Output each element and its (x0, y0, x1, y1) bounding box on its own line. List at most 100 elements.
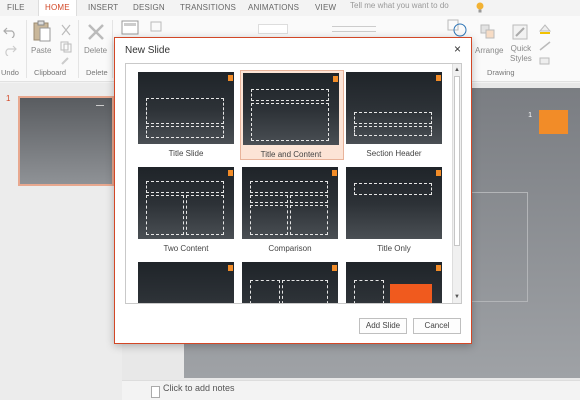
left-content-placeholder (250, 205, 288, 235)
layout-label: Comparison (268, 244, 312, 253)
quick-styles-icon[interactable] (512, 24, 528, 40)
scroll-thumb[interactable] (454, 76, 460, 246)
layout-accent (228, 75, 233, 81)
copy-icon[interactable] (60, 41, 72, 53)
layout-blank[interactable] (136, 260, 240, 303)
right-heading-placeholder (290, 195, 328, 203)
picture-placeholder (390, 284, 432, 303)
layout-thumbnail (138, 262, 234, 303)
layout-thumbnail (242, 167, 338, 239)
slide-number-label: 1 (528, 112, 532, 119)
layout-thumbnail (243, 73, 339, 145)
slide-thumbnail[interactable] (18, 96, 114, 186)
layout-thumbnail (138, 72, 234, 144)
shape-effects-icon[interactable] (538, 56, 552, 66)
caption-placeholder (354, 280, 384, 303)
group-separator (78, 20, 79, 78)
layout-label: Section Header (366, 149, 422, 158)
lightbulb-icon (476, 2, 484, 13)
cut-icon[interactable] (60, 24, 72, 36)
delete-icon[interactable] (86, 22, 106, 42)
scroll-up-icon[interactable]: ▲ (453, 65, 461, 75)
delete-button[interactable]: Delete (84, 46, 107, 55)
layout-accent (228, 170, 233, 176)
layout-label: Title Only (377, 244, 411, 253)
caption-placeholder (250, 280, 280, 303)
layout-thumbnail (346, 167, 442, 239)
left-content-placeholder (146, 195, 184, 235)
close-icon[interactable]: × (454, 42, 461, 56)
layout-content-with-caption[interactable] (240, 260, 344, 303)
title-placeholder (251, 89, 329, 101)
format-painter-icon[interactable] (60, 56, 72, 66)
font-size-box[interactable] (258, 24, 288, 34)
notes-toggle-button[interactable] (151, 386, 160, 398)
drawing-group-label: Drawing (487, 68, 515, 77)
layout-accent (332, 265, 337, 271)
layout-thumbnail (138, 167, 234, 239)
layout-two-content[interactable]: Two Content (136, 165, 240, 255)
scroll-down-icon[interactable]: ▼ (453, 292, 461, 302)
shapes-icon[interactable] (446, 18, 468, 38)
layout-thumbnail (346, 72, 442, 144)
arrange-button[interactable]: Arrange (475, 46, 503, 55)
redo-icon[interactable] (3, 44, 17, 56)
tab-design[interactable]: DESIGN (133, 0, 165, 16)
undo-icon[interactable] (3, 26, 17, 38)
tab-animations[interactable]: ANIMATIONS (248, 0, 299, 16)
paste-button[interactable]: Paste (31, 46, 51, 55)
subtitle-placeholder (146, 126, 224, 138)
layout-icon[interactable] (150, 21, 162, 33)
tab-view[interactable]: VIEW (315, 0, 336, 16)
layout-gallery: Title Slide Title and Content Section He… (125, 63, 462, 304)
layout-title-only[interactable]: Title Only (344, 165, 448, 255)
layout-accent (333, 76, 338, 82)
content-placeholder (282, 280, 328, 303)
new-slide-dialog: New Slide × Title Slide Title and Conten… (114, 37, 472, 344)
undo-group-label: Undo (1, 68, 19, 77)
layout-accent (436, 75, 441, 81)
layout-accent (228, 265, 233, 271)
layout-comparison[interactable]: Comparison (240, 165, 344, 255)
quick-styles-button[interactable]: Quick Styles (510, 44, 532, 64)
layout-accent (436, 170, 441, 176)
slide-accent-block (542, 110, 568, 134)
right-content-placeholder (290, 205, 328, 235)
clipboard-group-label: Clipboard (34, 68, 67, 77)
thumbnail-accent (96, 105, 104, 106)
arrange-icon[interactable] (480, 24, 496, 40)
new-slide-icon[interactable] (121, 20, 141, 36)
layout-picture-with-caption[interactable] (344, 260, 448, 303)
title-placeholder (354, 183, 432, 195)
layout-label: Title and Content (260, 150, 322, 159)
tab-insert[interactable]: INSERT (88, 0, 118, 16)
right-content-placeholder (186, 195, 224, 235)
title-placeholder (146, 98, 224, 124)
left-heading-placeholder (250, 195, 288, 203)
tab-file[interactable]: FILE (7, 0, 25, 16)
add-slide-button[interactable]: Add Slide (359, 318, 407, 334)
layout-accent (332, 170, 337, 176)
gallery-scrollbar[interactable]: ▲ ▼ (452, 64, 461, 303)
layout-title-and-content[interactable]: Title and Content (240, 70, 344, 160)
paragraph-tools[interactable] (332, 26, 376, 32)
ribbon-tab-bar: FILE HOME INSERT DESIGN TRANSITIONS ANIM… (0, 0, 580, 16)
shape-fill-icon[interactable] (538, 23, 552, 35)
notes-placeholder[interactable]: Click to add notes (163, 383, 235, 393)
title-placeholder (354, 112, 432, 124)
layout-title-slide[interactable]: Title Slide (136, 70, 240, 160)
tab-home[interactable]: HOME (38, 0, 77, 16)
layout-section-header[interactable]: Section Header (344, 70, 448, 160)
layout-label: Title Slide (168, 149, 204, 158)
group-separator (112, 20, 113, 78)
cancel-button[interactable]: Cancel (413, 318, 461, 334)
layout-label: Two Content (163, 244, 209, 253)
group-separator (26, 20, 27, 78)
content-placeholder (251, 103, 329, 141)
paste-icon[interactable] (32, 20, 52, 42)
thumbnail-slide-number: 1 (6, 94, 11, 103)
shape-outline-icon[interactable] (538, 40, 552, 52)
tab-transitions[interactable]: TRANSITIONS (180, 0, 236, 16)
tell-me-search[interactable]: Tell me what you want to do (350, 1, 449, 10)
layout-accent (436, 265, 441, 271)
